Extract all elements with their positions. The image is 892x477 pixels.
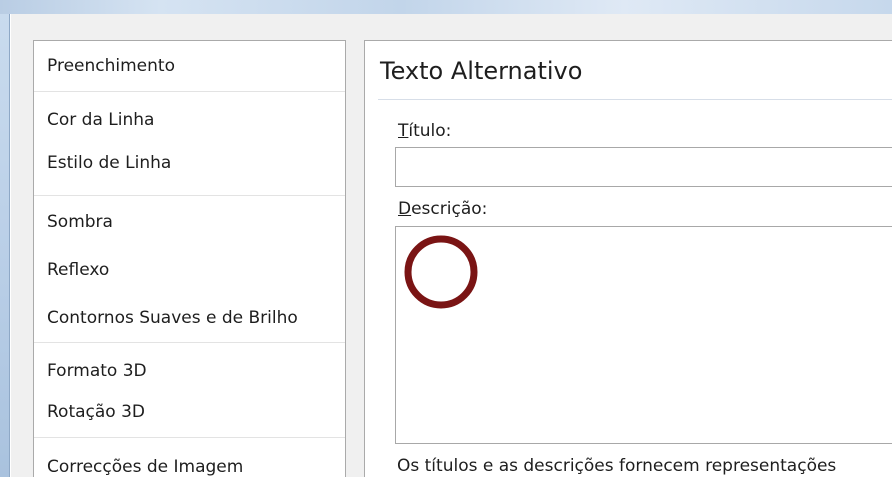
category-item-3d-format[interactable]: Formato 3D bbox=[34, 343, 345, 390]
title-field-label: Título: bbox=[398, 121, 451, 141]
category-item-picture-corrections[interactable]: Correcções de Imagem bbox=[34, 438, 345, 477]
category-item-soft-edges-glow[interactable]: Contornos Suaves e de Brilho bbox=[34, 294, 345, 343]
description-field-label: Descrição: bbox=[398, 199, 487, 219]
category-group-3d: Formato 3D Rotação 3D bbox=[34, 343, 345, 438]
category-list: Preenchimento Cor da Linha Estilo de Lin… bbox=[33, 40, 346, 477]
title-label-text: ítulo: bbox=[408, 121, 452, 141]
window-frame-left bbox=[0, 14, 10, 477]
category-group-fill: Preenchimento bbox=[34, 41, 345, 92]
panel-title: Texto Alternativo bbox=[380, 57, 583, 85]
title-divider bbox=[378, 99, 892, 100]
description-label-text: escrição: bbox=[411, 199, 488, 219]
category-group-effects: Sombra Reflexo Contornos Suaves e de Bri… bbox=[34, 196, 345, 343]
category-group-picture: Correcções de Imagem bbox=[34, 438, 345, 477]
window-frame-top bbox=[0, 0, 892, 14]
alt-text-panel: Texto Alternativo Título: Descrição: Os … bbox=[364, 40, 892, 477]
description-textarea[interactable] bbox=[395, 226, 892, 444]
category-item-reflection[interactable]: Reflexo bbox=[34, 245, 345, 294]
circle-highlight-icon bbox=[404, 235, 478, 309]
category-item-3d-rotation[interactable]: Rotação 3D bbox=[34, 390, 345, 437]
category-item-line-color[interactable]: Cor da Linha bbox=[34, 92, 345, 142]
description-access-key: D bbox=[398, 199, 412, 219]
category-item-fill[interactable]: Preenchimento bbox=[34, 41, 345, 91]
help-text: Os títulos e as descrições fornecem repr… bbox=[397, 456, 837, 476]
category-item-shadow[interactable]: Sombra bbox=[34, 196, 345, 245]
category-group-line: Cor da Linha Estilo de Linha bbox=[34, 92, 345, 196]
category-item-line-style[interactable]: Estilo de Linha bbox=[34, 142, 345, 192]
title-access-key: T bbox=[398, 121, 409, 141]
title-input[interactable] bbox=[395, 147, 892, 187]
